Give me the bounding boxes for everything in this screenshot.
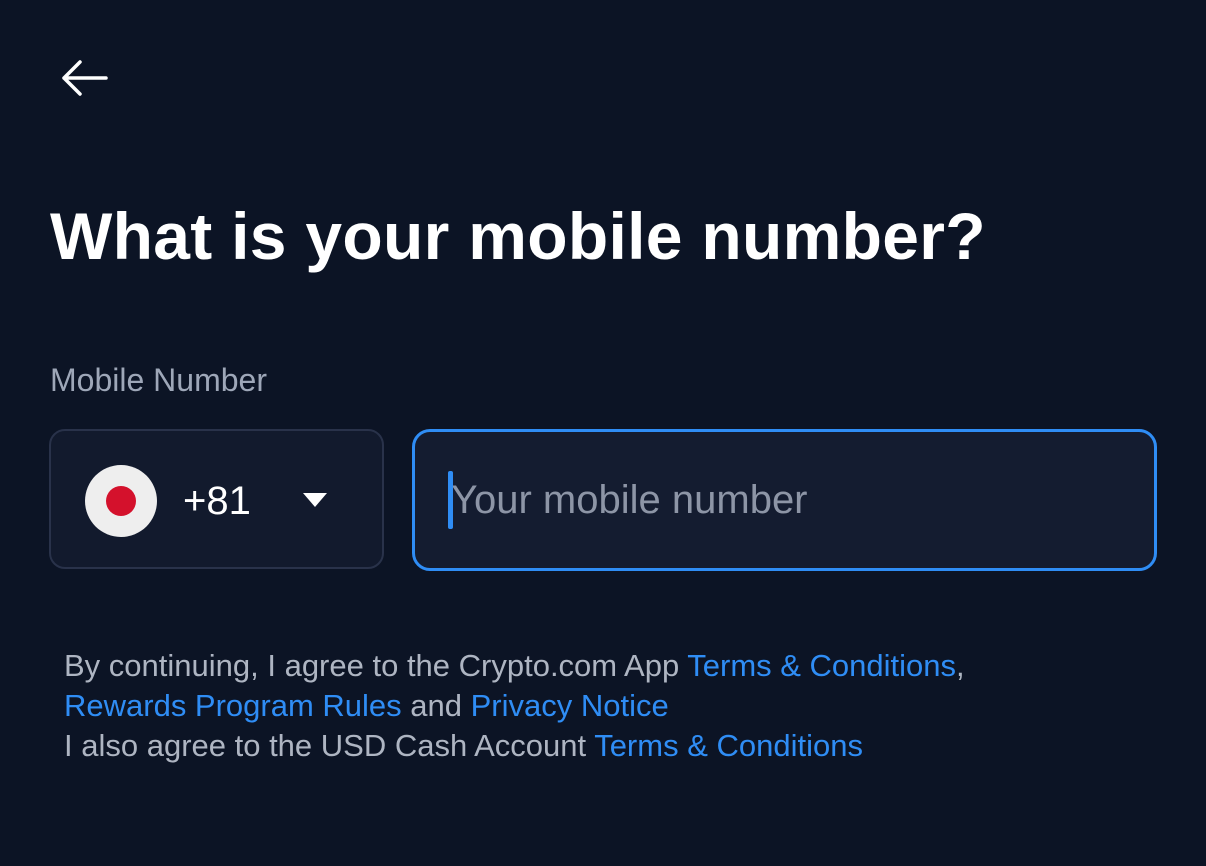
privacy-notice-link[interactable]: Privacy Notice (471, 688, 669, 723)
chevron-down-icon (303, 493, 327, 507)
rewards-program-rules-link[interactable]: Rewards Program Rules (64, 688, 402, 723)
mobile-number-input[interactable] (415, 432, 1154, 568)
text-caret (448, 471, 453, 529)
country-code-select[interactable]: +81 (49, 429, 384, 569)
usd-terms-conditions-link[interactable]: Terms & Conditions (594, 728, 863, 763)
mobile-number-label: Mobile Number (50, 362, 267, 398)
legal-intro-text: By continuing, I agree to the Crypto.com… (64, 648, 688, 683)
terms-conditions-link[interactable]: Terms & Conditions (687, 648, 956, 683)
dial-code: +81 (183, 479, 251, 523)
back-button[interactable] (52, 54, 116, 106)
legal-notice: By continuing, I agree to the Crypto.com… (64, 646, 1144, 766)
legal-comma: , (956, 648, 965, 683)
japan-flag-icon (85, 465, 157, 537)
arrow-left-icon (58, 58, 110, 103)
legal-and-text: and (401, 688, 471, 723)
page-title: What is your mobile number? (50, 199, 986, 273)
mobile-number-field[interactable] (412, 429, 1157, 571)
usd-account-text: I also agree to the USD Cash Account (64, 728, 595, 763)
